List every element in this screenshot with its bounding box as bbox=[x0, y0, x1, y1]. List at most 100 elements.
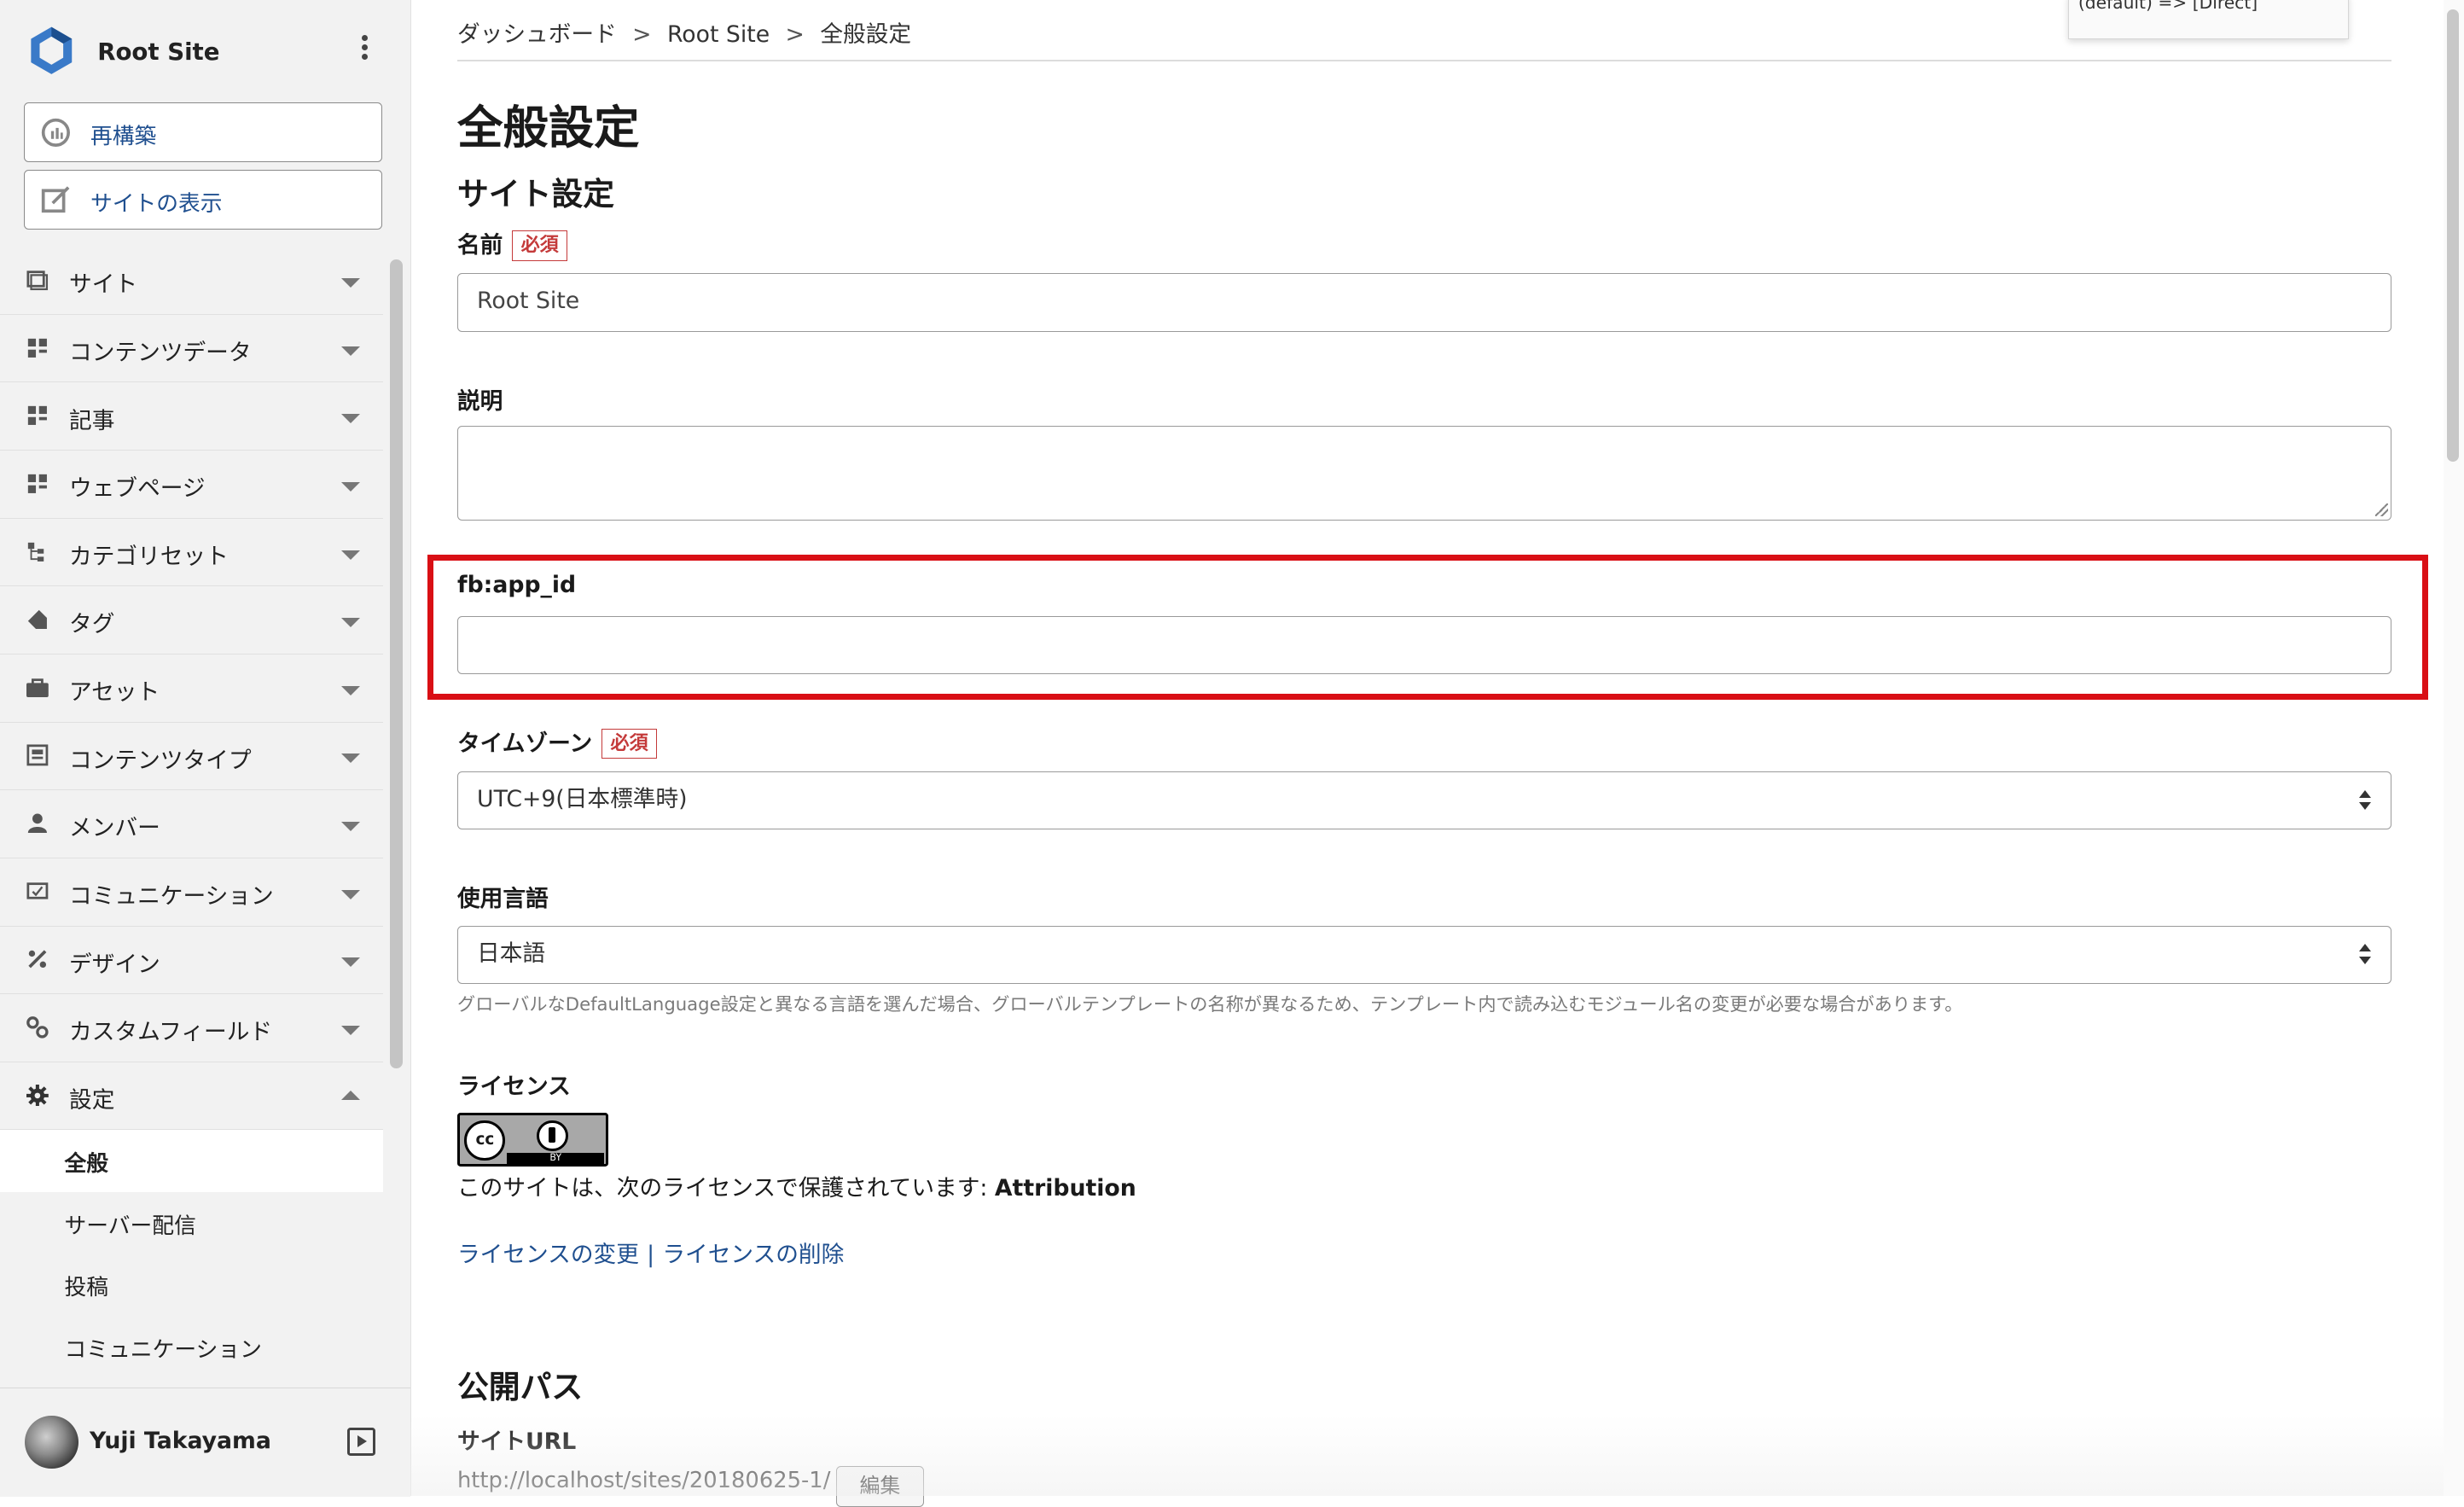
breadcrumb-site[interactable]: Root Site bbox=[667, 21, 770, 48]
site-name[interactable]: Root Site bbox=[97, 38, 219, 66]
language-selected-value: 日本語 bbox=[477, 940, 546, 967]
sidebar-item-settings[interactable]: 設定 bbox=[0, 1062, 384, 1131]
sidebar-item-assets[interactable]: アセット bbox=[0, 655, 384, 723]
asset-icon bbox=[26, 678, 49, 697]
user-name[interactable]: Yuji Takayama bbox=[90, 1428, 271, 1454]
sidebar-item-label: 設定 bbox=[69, 1086, 115, 1114]
sidebar: Root Site 再構築 サイトの表示 サイト コンテンツデータ 記事 ウェブ… bbox=[0, 0, 411, 1498]
user-bar: Yuji Takayama bbox=[0, 1388, 410, 1498]
edit-site-url-button[interactable]: 編集 bbox=[835, 1466, 924, 1507]
sidebar-subitem-server-publishing[interactable]: サーバー配信 bbox=[0, 1192, 383, 1254]
sidebar-item-communication[interactable]: コミュニケーション bbox=[0, 858, 384, 927]
rebuild-button[interactable]: 再構築 bbox=[23, 102, 382, 162]
content-data-icon bbox=[28, 338, 48, 358]
gear-icon bbox=[26, 1084, 49, 1107]
name-input[interactable]: Root Site bbox=[456, 273, 2392, 332]
sidebar-subitem-posting[interactable]: 投稿 bbox=[0, 1254, 383, 1317]
description-textarea[interactable] bbox=[456, 426, 2392, 521]
view-site-icon bbox=[41, 186, 70, 213]
timezone-selected-value: UTC+9(日本標準時) bbox=[477, 786, 688, 813]
sidebar-subitem-label: 全般 bbox=[64, 1150, 109, 1177]
tag-icon bbox=[28, 609, 48, 630]
sidebar-item-tags[interactable]: タグ bbox=[0, 586, 384, 655]
attribution-person-icon bbox=[537, 1120, 569, 1152]
sidebar-item-custom-fields[interactable]: カスタムフィールド bbox=[0, 994, 384, 1062]
license-text-prefix: このサイトは、次のライセンスで保護されています: bbox=[456, 1175, 995, 1202]
page-scrollbar[interactable] bbox=[2443, 0, 2464, 1497]
chevron-up-icon bbox=[340, 1091, 360, 1100]
sidebar-subitem-general[interactable]: 全般 bbox=[0, 1130, 384, 1193]
site-icon bbox=[26, 271, 49, 290]
by-mark: BY bbox=[507, 1152, 605, 1164]
sidebar-item-label: ウェブページ bbox=[69, 475, 206, 503]
play-icon[interactable] bbox=[347, 1428, 376, 1457]
sidebar-item-label: コミュニケーション bbox=[69, 883, 274, 911]
timezone-label-text: タイムゾーン bbox=[456, 730, 593, 758]
delete-license-link[interactable]: ライセンスの削除 bbox=[662, 1242, 844, 1268]
page-scrollbar-thumb[interactable] bbox=[2446, 9, 2460, 463]
sidebar-item-label: メンバー bbox=[69, 815, 160, 842]
fb-app-id-field-label: fb:app_id bbox=[456, 572, 577, 599]
chevron-down-icon bbox=[340, 685, 360, 695]
chevron-down-icon bbox=[340, 481, 360, 492]
cc-mark: cc bbox=[464, 1120, 506, 1161]
timezone-select[interactable]: UTC+9(日本標準時) bbox=[456, 771, 2392, 830]
license-field-label: ライセンス bbox=[456, 1073, 571, 1100]
breadcrumb-current: 全般設定 bbox=[820, 21, 912, 49]
sidebar-subitem-communication[interactable]: コミュニケーション bbox=[0, 1317, 383, 1379]
chevron-down-icon bbox=[340, 414, 360, 424]
sidebar-item-label: 記事 bbox=[69, 407, 115, 434]
select-arrows-icon bbox=[2359, 944, 2372, 966]
chevron-down-icon bbox=[340, 277, 360, 288]
language-hint: グローバルなDefaultLanguage設定と異なる言語を選んだ場合、グローバ… bbox=[456, 993, 1963, 1015]
sidebar-item-content-data[interactable]: コンテンツデータ bbox=[0, 315, 384, 383]
custom-field-icon bbox=[26, 1016, 49, 1039]
resize-handle-icon[interactable] bbox=[2374, 503, 2388, 516]
sidebar-item-content-types[interactable]: コンテンツタイプ bbox=[0, 723, 384, 791]
avatar[interactable] bbox=[25, 1415, 79, 1469]
chevron-down-icon bbox=[340, 618, 360, 628]
select-arrows-icon bbox=[2359, 789, 2372, 812]
page-title: 全般設定 bbox=[456, 100, 640, 154]
chevron-down-icon bbox=[340, 550, 360, 560]
sidebar-item-webpages[interactable]: ウェブページ bbox=[0, 451, 384, 519]
design-icon bbox=[28, 950, 47, 969]
sidebar-item-label: タグ bbox=[69, 611, 115, 638]
view-site-button-label: サイトの表示 bbox=[90, 191, 223, 218]
required-badge: 必須 bbox=[601, 729, 657, 759]
language-field-label: 使用言語 bbox=[456, 886, 549, 913]
breadcrumb-separator: > bbox=[632, 21, 652, 49]
description-field-label: 説明 bbox=[456, 387, 503, 415]
name-label-text: 名前 bbox=[456, 232, 503, 259]
fb-app-id-input[interactable] bbox=[456, 615, 2392, 675]
breadcrumb-dashboard[interactable]: ダッシュボード bbox=[457, 15, 617, 49]
chevron-down-icon bbox=[340, 957, 360, 968]
license-description: このサイトは、次のライセンスで保護されています: Attribution bbox=[457, 1169, 1136, 1202]
language-select[interactable]: 日本語 bbox=[456, 925, 2392, 984]
sidebar-item-category-sets[interactable]: カテゴリセット bbox=[0, 519, 384, 587]
floating-tooltip-card: (default) => [Direct] bbox=[2067, 0, 2350, 40]
chevron-down-icon bbox=[340, 754, 360, 764]
view-site-button[interactable]: サイトの表示 bbox=[23, 169, 382, 230]
sidebar-item-label: デザイン bbox=[69, 951, 160, 978]
change-license-link[interactable]: ライセンスの変更 bbox=[457, 1242, 639, 1268]
sidebar-item-members[interactable]: メンバー bbox=[0, 790, 384, 858]
sidebar-scrollbar[interactable] bbox=[389, 259, 403, 1069]
content-type-icon bbox=[26, 744, 49, 766]
required-badge: 必須 bbox=[512, 230, 567, 261]
timezone-field-label: タイムゾーン 必須 bbox=[457, 724, 657, 759]
sidebar-item-design[interactable]: デザイン bbox=[0, 927, 384, 995]
movable-type-logo-icon bbox=[31, 26, 73, 74]
license-links: ライセンスの変更 | ライセンスの削除 bbox=[457, 1236, 844, 1269]
section-title-publish-path: 公開パス bbox=[456, 1368, 584, 1405]
webpage-icon bbox=[28, 474, 48, 493]
breadcrumb-divider bbox=[456, 59, 2392, 61]
communication-icon bbox=[26, 882, 49, 899]
sidebar-item-label: コンテンツデータ bbox=[69, 339, 252, 366]
site-menu-kebab-icon[interactable] bbox=[352, 32, 377, 73]
sidebar-item-site[interactable]: サイト bbox=[0, 247, 384, 315]
chevron-down-icon bbox=[340, 889, 360, 899]
rebuild-button-label: 再構築 bbox=[90, 124, 157, 150]
license-name: Attribution bbox=[994, 1175, 1136, 1202]
sidebar-item-entries[interactable]: 記事 bbox=[0, 382, 384, 451]
